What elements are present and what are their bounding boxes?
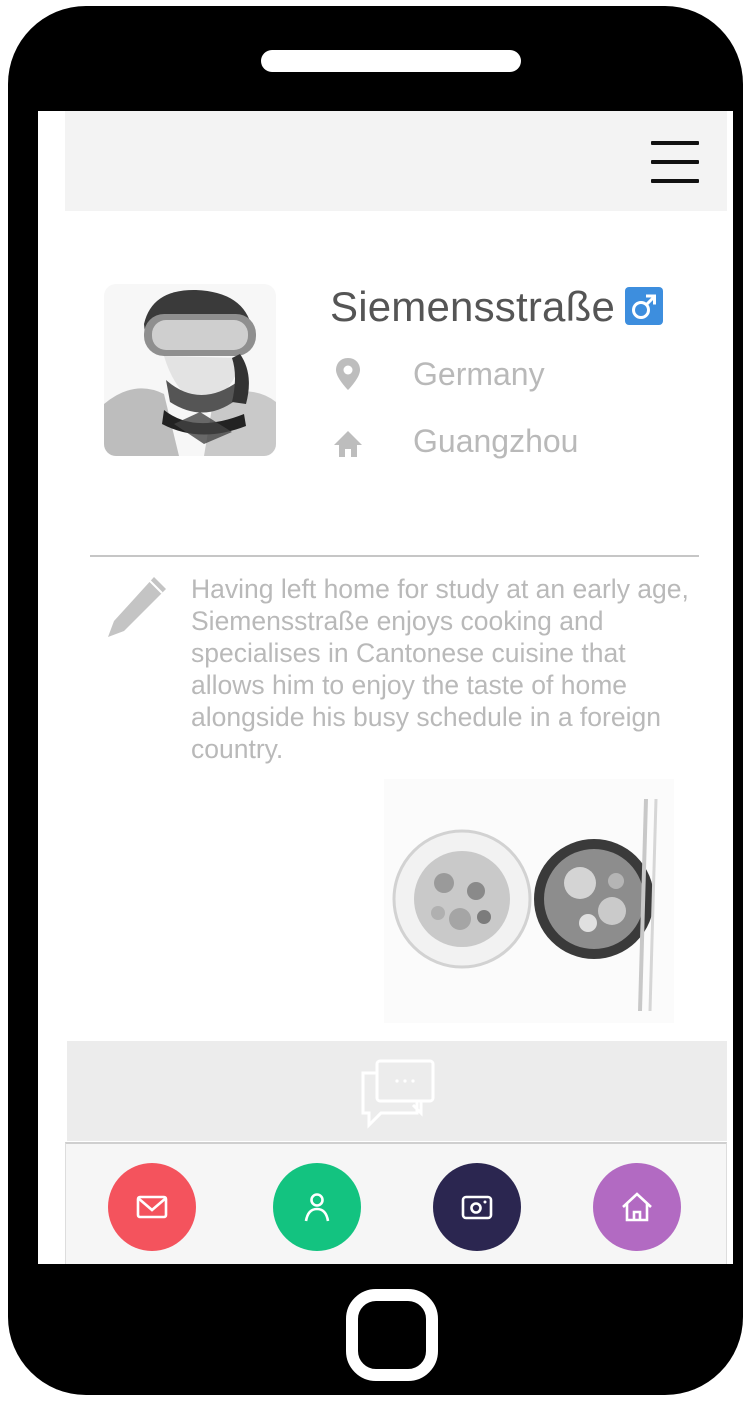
- phone-frame: Siemensstraße Germany Guangzhou Having l…: [8, 6, 743, 1395]
- app-screen: Siemensstraße Germany Guangzhou Having l…: [38, 111, 733, 1264]
- menu-line: [651, 179, 699, 183]
- chat-bar: [67, 1041, 727, 1141]
- home-icon: [622, 1192, 652, 1222]
- nav-home-button[interactable]: [593, 1163, 681, 1251]
- hometown-text: Guangzhou: [413, 423, 579, 459]
- phone-speaker: [261, 50, 521, 72]
- mail-icon: [136, 1195, 168, 1219]
- nav-mail-button[interactable]: [108, 1163, 196, 1251]
- male-icon: [625, 286, 664, 325]
- user-icon: [304, 1193, 330, 1222]
- nav-profile-button[interactable]: [273, 1163, 361, 1251]
- food-photo: [384, 779, 674, 1023]
- location-text: Germany: [413, 356, 545, 392]
- nav-camera-button[interactable]: [433, 1163, 521, 1251]
- pencil-icon: [102, 571, 172, 641]
- camera-icon: [461, 1195, 493, 1220]
- menu-line: [651, 141, 699, 145]
- top-bar: [65, 111, 727, 211]
- home-icon: [330, 421, 366, 461]
- profile-name: Siemensstraße: [330, 283, 664, 331]
- profile-name-text: Siemensstraße: [330, 283, 616, 330]
- hamburger-menu-button[interactable]: [651, 141, 699, 183]
- menu-line: [651, 160, 699, 164]
- section-divider: [90, 555, 699, 557]
- map-pin-icon: [330, 354, 366, 394]
- bio-text: Having left home for study at an early a…: [191, 574, 689, 764]
- profile-avatar: [104, 284, 276, 456]
- chat-bubbles-icon[interactable]: [359, 1059, 437, 1129]
- phone-home-button[interactable]: [346, 1289, 438, 1381]
- bottom-nav: [65, 1142, 727, 1264]
